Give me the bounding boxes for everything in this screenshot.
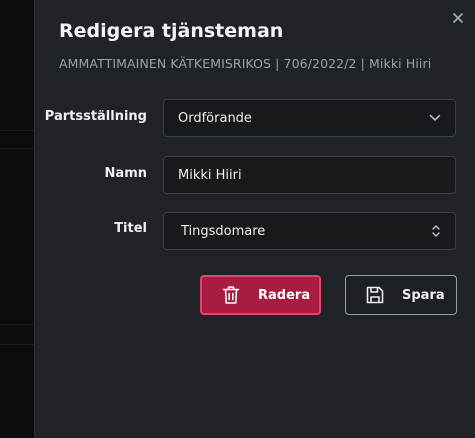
name-value: Mikki Hiiri bbox=[178, 167, 242, 183]
divider bbox=[0, 344, 34, 345]
divider bbox=[0, 130, 34, 131]
chevron-down-icon bbox=[429, 114, 441, 122]
title-value: Tingsdomare bbox=[181, 223, 266, 239]
chevron-up-down-icon bbox=[431, 224, 441, 238]
name-input[interactable]: Mikki Hiiri bbox=[163, 156, 456, 194]
close-icon bbox=[453, 13, 463, 23]
title-label: Titel bbox=[114, 221, 147, 236]
page-backdrop bbox=[0, 0, 34, 438]
role-label: Partsställning bbox=[44, 109, 147, 124]
delete-label: Radera bbox=[258, 287, 311, 303]
divider bbox=[0, 148, 34, 149]
divider bbox=[0, 324, 34, 325]
trash-icon bbox=[220, 285, 242, 305]
name-label: Namn bbox=[104, 166, 147, 181]
title-select[interactable]: Tingsdomare bbox=[163, 212, 456, 250]
dialog-title: Redigera tjänsteman bbox=[59, 20, 284, 42]
role-value: Ordförande bbox=[178, 110, 252, 126]
save-button[interactable]: Spara bbox=[345, 275, 457, 315]
close-button[interactable] bbox=[448, 8, 468, 28]
save-icon bbox=[364, 285, 386, 305]
save-label: Spara bbox=[402, 287, 445, 303]
delete-button[interactable]: Radera bbox=[200, 275, 321, 315]
role-select[interactable]: Ordförande bbox=[163, 99, 456, 137]
dialog-subtitle: AMMATTIMAINEN KÄTKEMISRIKOS | 706/2022/2… bbox=[59, 56, 432, 71]
